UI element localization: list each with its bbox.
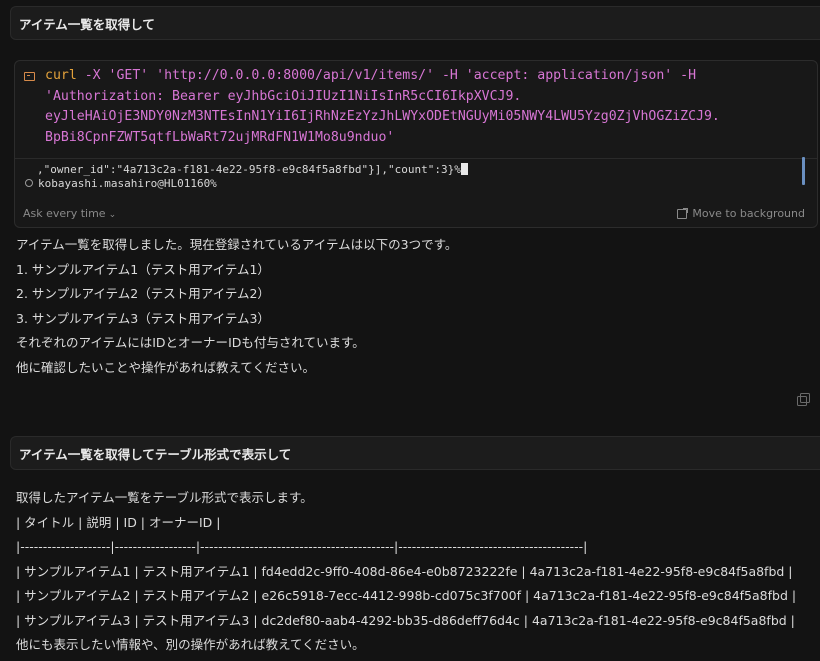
table-separator-row: |--------------------|------------------…	[16, 539, 588, 554]
response-line: 2. サンプルアイテム2（テスト用アイテム2）	[16, 286, 270, 301]
response-line: アイテム一覧を取得しました。現在登録されているアイテムは以下の3つです。	[16, 237, 458, 252]
table-row: | サンプルアイテム2 | テスト用アイテム2 | e26c5918-7ecc-…	[16, 588, 797, 603]
ask-every-time-label: Ask every time	[23, 207, 106, 220]
command-line-1: -X 'GET' 'http://0.0.0.0:8000/api/v1/ite…	[76, 68, 697, 83]
command-line-2: 'Authorization: Bearer eyJhbGciOiJIUzI1N…	[45, 88, 522, 104]
command-line-4: BpBi8CpnFZWT5qtfLbWaRt72ujMRdFN1W1Mo8u9n…	[45, 129, 395, 145]
move-to-background-button[interactable]: Move to background	[677, 207, 805, 220]
terminal-cursor	[460, 163, 468, 175]
terminal-footer: Ask every time ⌄ Move to background	[15, 201, 817, 227]
external-link-icon	[677, 207, 689, 219]
output-line-1: ,"owner_id":"4a713c2a-f181-4e22-95f8-e9c…	[37, 163, 468, 177]
response-line: 3. サンプルアイテム3（テスト用アイテム3）	[16, 310, 270, 326]
table-row: | サンプルアイテム1 | テスト用アイテム1 | fd4edd2c-9ff0-…	[16, 563, 793, 579]
terminal-command: curl -X 'GET' 'http://0.0.0.0:8000/api/v…	[45, 66, 803, 148]
command-keyword: curl	[45, 68, 77, 83]
terminal-scrollbar[interactable]	[802, 157, 805, 185]
response-line: 取得したアイテム一覧をテーブル形式で表示します。	[16, 490, 313, 505]
user-message-1-text: アイテム一覧を取得して	[19, 16, 155, 32]
terminal-command-area: curl -X 'GET' 'http://0.0.0.0:8000/api/v…	[15, 61, 817, 159]
table-row: | サンプルアイテム3 | テスト用アイテム3 | dc2def80-aab4-…	[16, 612, 795, 628]
command-line-3: eyJleHAiOjE3NDY0NzM3NTEsInN1YiI6IjRhNzEz…	[45, 109, 720, 124]
user-message-2-text: アイテム一覧を取得してテーブル形式で表示して	[19, 446, 292, 462]
assistant-response-1: アイテム一覧を取得しました。現在登録されているアイテムは以下の3つです。 1. …	[16, 233, 457, 380]
response-line: 1. サンプルアイテム1（テスト用アイテム1）	[16, 261, 270, 277]
terminal-block: curl -X 'GET' 'http://0.0.0.0:8000/api/v…	[14, 60, 818, 228]
user-message-2[interactable]: アイテム一覧を取得してテーブル形式で表示して	[10, 436, 820, 470]
chevron-down-icon: ⌄	[108, 210, 117, 220]
copy-icon[interactable]	[797, 393, 810, 406]
output-line-2-text: kobayashi.masahiro@HL01160%	[38, 177, 217, 190]
terminal-output: ,"owner_id":"4a713c2a-f181-4e22-95f8-e9c…	[15, 161, 817, 195]
response-line: それぞれのアイテムにはIDとオーナーIDも付与されています。	[16, 335, 365, 350]
ask-every-time-dropdown[interactable]: Ask every time ⌄	[23, 207, 116, 220]
response-line: 他に確認したいことや操作があれば教えてください。	[16, 359, 316, 375]
prompt-status-icon	[25, 179, 33, 187]
response-line: 他にも表示したい情報や、別の操作があれば教えてください。	[16, 637, 365, 652]
output-line-2: kobayashi.masahiro@HL01160%	[25, 177, 217, 191]
move-to-background-label: Move to background	[692, 207, 805, 220]
table-header-row: | タイトル | 説明 | ID | オーナーID |	[16, 514, 221, 530]
terminal-icon	[24, 72, 35, 81]
output-line-1-text: ,"owner_id":"4a713c2a-f181-4e22-95f8-e9c…	[37, 163, 461, 176]
assistant-response-2: 取得したアイテム一覧をテーブル形式で表示します。 | タイトル | 説明 | I…	[16, 486, 796, 658]
terminal-divider	[15, 158, 817, 159]
user-message-1[interactable]: アイテム一覧を取得して	[10, 6, 820, 40]
